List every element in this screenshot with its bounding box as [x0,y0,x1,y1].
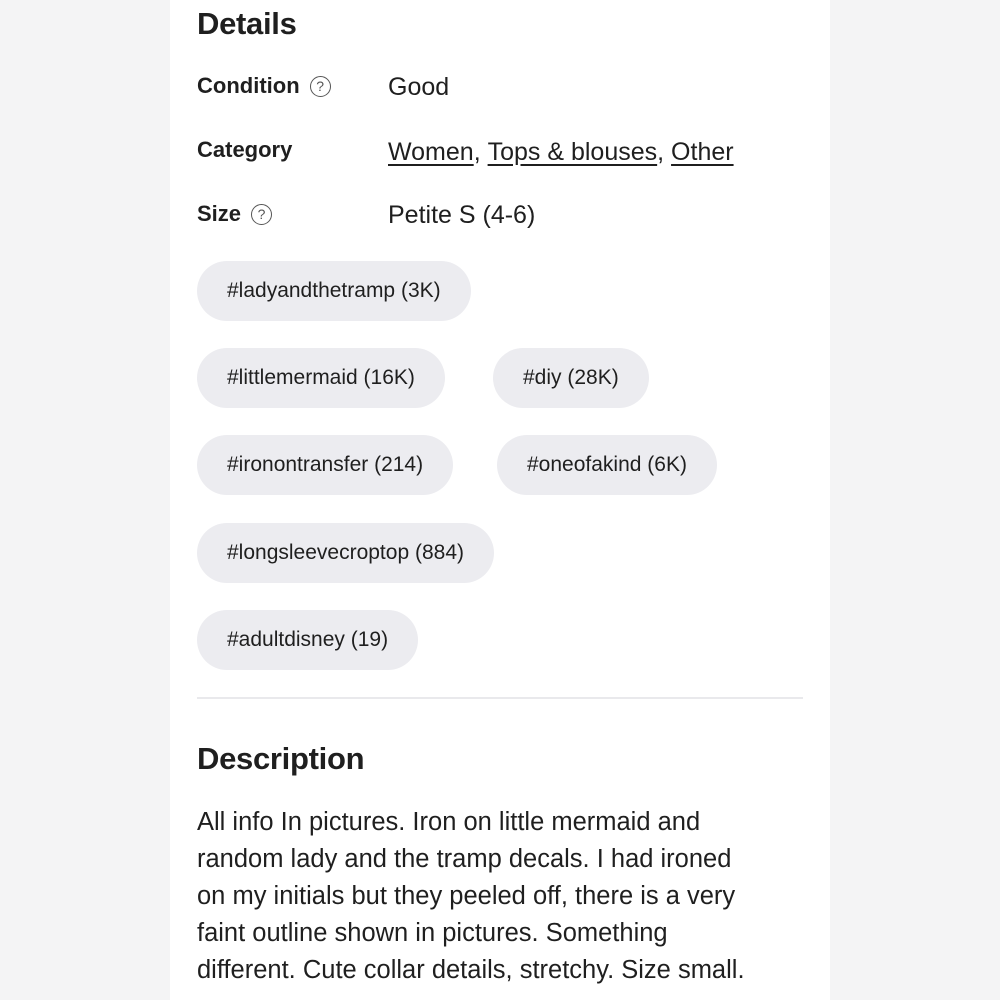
tag-chip[interactable]: #oneofakind (6K) [497,435,717,495]
section-divider [197,697,803,699]
tag-chip[interactable]: #ironontransfer (214) [197,435,454,495]
tag-chip[interactable]: #littlemermaid (16K) [197,348,445,408]
description-heading: Description [197,741,365,776]
tag-chip[interactable]: #longsleevecroptop (884) [197,523,494,583]
condition-label: Condition [197,73,300,98]
tag-chip[interactable]: #diy (28K) [493,348,649,408]
condition-help-icon[interactable]: ? [309,75,331,97]
description-text: All info In pictures. Iron on little mer… [197,808,745,984]
size-label: Size [197,201,242,226]
size-value: Petite S (4-6) [388,200,536,229]
category-separator: , [473,137,481,166]
condition-label-row: Condition ? [197,71,331,101]
category-link-tops-blouses[interactable]: Tops & blouses [488,138,658,167]
category-label: Category [197,137,293,162]
size-label-row: Size ? [197,199,273,229]
details-heading: Details [197,6,297,41]
tag-chip[interactable]: #ladyandthetramp (3K) [197,261,471,321]
condition-value: Good [388,72,450,101]
tag-chip[interactable]: #adultdisney (19) [197,610,419,670]
category-link-other[interactable]: Other [671,138,734,167]
category-separator: , [657,137,665,166]
category-link-women[interactable]: Women [388,138,474,167]
listing-panel: Details Condition ? Good Category Women,… [170,0,830,1000]
category-links: Women, Tops & blouses, Other [388,136,734,168]
size-help-icon[interactable]: ? [251,203,273,225]
category-label-row: Category [197,135,292,165]
